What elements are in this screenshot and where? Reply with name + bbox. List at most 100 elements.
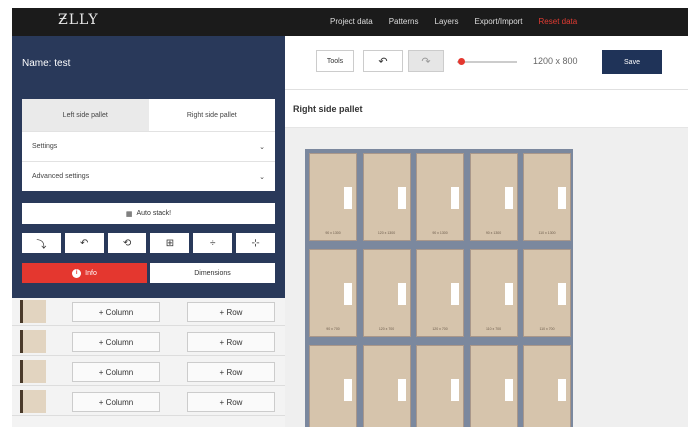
list-item: + Column + Row <box>12 328 285 356</box>
settings-dropdown[interactable]: Settings ⌄ <box>22 131 275 161</box>
add-row-button[interactable]: + Row <box>187 332 275 352</box>
box-handle <box>558 379 566 401</box>
box-item[interactable]: 120 x 1300 <box>362 153 411 241</box>
settings-label: Settings <box>32 143 58 150</box>
box-size-label: 90 x 700 <box>326 327 340 331</box>
box-item[interactable] <box>523 345 571 427</box>
box-item[interactable] <box>416 345 464 427</box>
list-item: + Column + Row <box>12 388 285 416</box>
box-handle <box>451 283 459 305</box>
box-handle <box>344 379 352 401</box>
box-handle <box>451 379 459 401</box>
add-row-button[interactable]: + Row <box>187 302 275 322</box>
box-item[interactable]: 110 x 1300 <box>523 153 571 241</box>
canvas-title-bar: Right side pallet <box>285 90 688 128</box>
redo-button[interactable]: ↷ <box>408 50 444 72</box>
box-swatch <box>20 330 46 353</box>
box-handle <box>504 283 513 305</box>
box-handle <box>558 187 566 209</box>
rotate-icon[interactable]: ⤵ <box>22 233 61 253</box>
redo-icon: ↷ <box>421 55 431 68</box>
box-size-label: 120 x 1300 <box>377 231 396 235</box>
nav-layers[interactable]: Layers <box>435 17 459 26</box>
zoom-slider[interactable] <box>457 61 517 63</box>
info-label: Info <box>85 269 97 277</box>
project-name: Name: test <box>22 58 71 69</box>
pallet-tabs: Left side pallet Right side pallet <box>22 99 275 131</box>
box-handle <box>344 283 352 305</box>
box-swatch <box>20 390 46 413</box>
advanced-settings-label: Advanced settings <box>32 173 90 180</box>
box-size-label: 110 x 1300 <box>538 231 556 235</box>
box-item[interactable]: 120 x 700 <box>362 249 411 337</box>
tool-buttons: ⤵ ↶ ⟲ ⊞ ÷ ⊹ <box>22 233 275 253</box>
align-horizontal-icon[interactable]: ⊹ <box>236 233 275 253</box>
auto-stack-button[interactable]: ▦ Auto stack! <box>22 203 275 224</box>
list-item: + Column + Row <box>12 358 285 386</box>
chevron-down-icon: ⌄ <box>259 173 265 181</box>
box-size-label: 90 x 1300 <box>485 231 502 235</box>
box-handle <box>558 283 566 305</box>
left-panel: Name: test Left side pallet Right side p… <box>12 36 285 298</box>
tab-left-side-pallet[interactable]: Left side pallet <box>22 99 149 131</box>
box-handle <box>397 379 406 401</box>
app-logo: ƵLLY <box>58 12 99 28</box>
top-bar: ƵLLY Project data Patterns Layers Export… <box>12 8 688 36</box>
box-item[interactable] <box>309 345 357 427</box>
list-item: + Column + Row <box>12 298 285 326</box>
box-item[interactable]: 110 x 700 <box>523 249 571 337</box>
box-handle <box>397 283 406 305</box>
pallet[interactable]: 90 x 1300 120 x 1300 90 x 1300 90 x 1300 110… <box>305 149 573 427</box>
box-size-label: 120 x 700 <box>378 327 395 331</box>
canvas-toolbar: Tools ↶ ↷ 1200 x 800 Save <box>285 36 688 90</box>
add-row-button[interactable]: + Row <box>187 362 275 382</box>
reset-icon[interactable]: ⟲ <box>107 233 147 253</box>
grid-icon[interactable]: ⊞ <box>150 233 190 253</box>
canvas-size: 1200 x 800 <box>533 56 578 66</box>
canvas-area: Tools ↶ ↷ 1200 x 800 Save Right side pal… <box>285 36 688 427</box>
add-column-button[interactable]: + Column <box>72 392 160 412</box>
grid-icon: ▦ <box>125 210 133 218</box>
box-swatch <box>20 300 46 323</box>
box-item[interactable] <box>362 345 411 427</box>
box-item[interactable]: 110 x 700 <box>469 249 518 337</box>
add-column-button[interactable]: + Column <box>72 302 160 322</box>
save-button[interactable]: Save <box>602 50 662 74</box>
undo-icon[interactable]: ↶ <box>64 233 104 253</box>
box-item[interactable]: 90 x 1300 <box>416 153 464 241</box>
box-item[interactable]: 90 x 700 <box>309 249 357 337</box>
box-size-label: 90 x 1300 <box>325 231 341 235</box>
info-button[interactable]: i Info <box>22 263 147 283</box>
box-size-label: 90 x 1300 <box>432 231 448 235</box>
box-item[interactable]: 90 x 1300 <box>309 153 357 241</box>
nav-reset-data[interactable]: Reset data <box>539 17 578 26</box>
zoom-slider-handle[interactable] <box>458 58 465 65</box>
chevron-down-icon: ⌄ <box>259 143 265 151</box>
box-item[interactable]: 120 x 700 <box>416 249 464 337</box>
tools-button[interactable]: Tools <box>316 50 354 72</box>
box-handle <box>397 187 406 209</box>
box-handle <box>504 379 513 401</box>
nav-project-data[interactable]: Project data <box>330 17 373 26</box>
add-row-button[interactable]: + Row <box>187 392 275 412</box>
settings-panel: Left side pallet Right side pallet Setti… <box>22 99 275 191</box>
box-size-label: 120 x 700 <box>432 327 448 331</box>
dimensions-button[interactable]: Dimensions <box>150 263 275 283</box>
page-title: Right side pallet <box>293 104 363 114</box>
box-item[interactable] <box>469 345 518 427</box>
box-size-label: 110 x 700 <box>539 327 555 331</box>
box-handle <box>451 187 459 209</box>
align-vertical-icon[interactable]: ÷ <box>193 233 233 253</box>
box-swatch <box>20 360 46 383</box>
box-handle <box>504 187 513 209</box>
add-column-button[interactable]: + Column <box>72 332 160 352</box>
add-column-button[interactable]: + Column <box>72 362 160 382</box>
box-handle <box>344 187 352 209</box>
advanced-settings-dropdown[interactable]: Advanced settings ⌄ <box>22 161 275 191</box>
nav-patterns[interactable]: Patterns <box>389 17 419 26</box>
nav-export-import[interactable]: Export/Import <box>475 17 523 26</box>
auto-stack-label: Auto stack! <box>136 210 172 217</box>
box-item[interactable]: 90 x 1300 <box>469 153 518 241</box>
undo-button[interactable]: ↶ <box>363 50 403 72</box>
tab-right-side-pallet[interactable]: Right side pallet <box>149 99 276 131</box>
